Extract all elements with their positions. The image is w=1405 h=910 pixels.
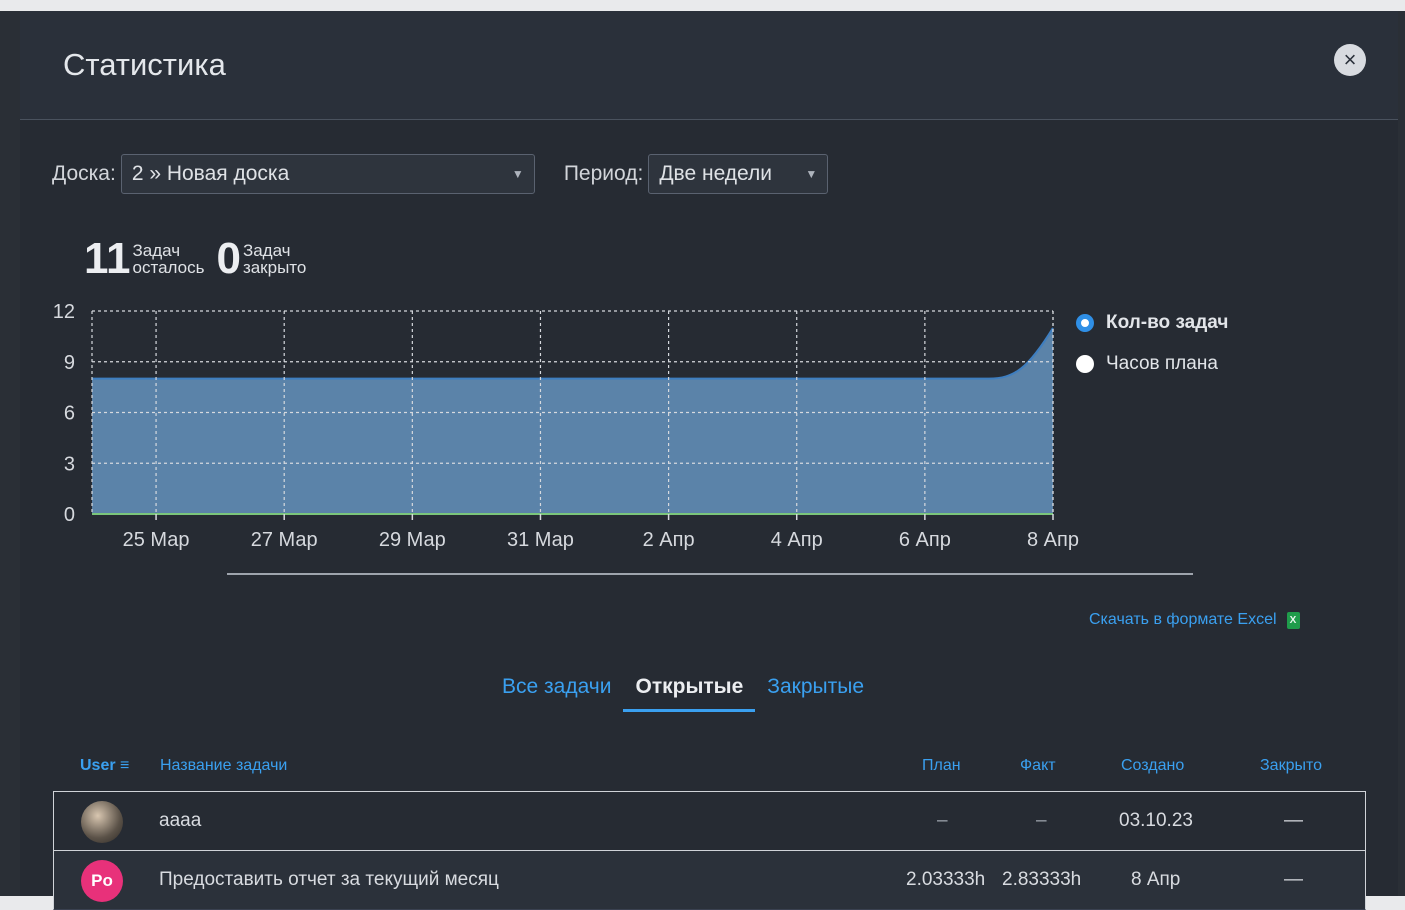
tasks-chart: 0 3 6 9 12 25 Мар 27 Мар 29 Мар 31 Мар 2 Апр 4 Апр… — [53, 301, 1079, 551]
task-filter-tabs: Все задачи Открытые Закрытые — [490, 671, 876, 712]
x-tick-label: 25 Мар — [123, 529, 190, 551]
x-tick-label: 29 Мар — [379, 529, 446, 551]
table-row[interactable]: Po Предоставить отчет за текущий месяц 2… — [53, 850, 1366, 910]
tab-open[interactable]: Открытые — [623, 671, 756, 712]
tab-closed[interactable]: Закрытые — [755, 671, 876, 712]
x-tick-label: 8 Апр — [1027, 529, 1079, 551]
task-name: аааа — [159, 810, 202, 831]
tasks-closed-line2: закрыто — [242, 258, 307, 277]
tab-all-tasks[interactable]: Все задачи — [490, 671, 623, 712]
table-row[interactable]: аааа – – 03.10.23 — — [53, 791, 1366, 850]
y-tick-label: 9 — [64, 352, 75, 374]
chart-legend: Кол-во задач Часов плана — [1076, 311, 1228, 393]
chevron-down-icon: ▼ — [511, 167, 524, 181]
series-area-task-count — [92, 327, 1053, 514]
task-created: 03.10.23 — [1119, 810, 1193, 831]
table-header: User ≡ Название задачи План Факт Создано… — [53, 757, 1366, 779]
task-plan: 2.03333h — [906, 869, 986, 890]
period-select-value: Две недели — [659, 162, 773, 185]
task-name: Предоставить отчет за текущий месяц — [159, 869, 499, 890]
sort-icon: ≡ — [120, 757, 130, 774]
excel-file-icon: X — [1286, 611, 1300, 629]
task-created: 8 Апр — [1131, 869, 1181, 890]
download-excel-link[interactable]: Скачать в формате Excel X — [1089, 611, 1300, 629]
period-select[interactable]: Две недели ▼ — [648, 154, 829, 194]
x-tick-label: 6 Апр — [899, 529, 951, 551]
tasks-closed-count: 0 — [216, 234, 241, 283]
tasks-closed-line1: Задач — [242, 241, 291, 260]
board-label: Доска: — [52, 162, 116, 185]
board-select-value: 2 » Новая доска — [131, 162, 290, 185]
series-line-task-count — [92, 327, 1054, 380]
download-excel-label: Скачать в формате Excel — [1089, 611, 1277, 628]
close-button[interactable]: × — [1334, 44, 1366, 76]
y-tick-label: 0 — [64, 504, 75, 526]
tasks-remaining-line1: Задач — [132, 241, 181, 260]
column-fact[interactable]: Факт — [1020, 757, 1056, 775]
column-name[interactable]: Название задачи — [160, 757, 287, 775]
avatar — [81, 801, 123, 843]
task-closed: — — [1284, 810, 1303, 831]
task-fact: – — [1036, 810, 1047, 831]
task-counters: 11 Задач осталось 0 Задач закрыто — [84, 237, 318, 281]
backdrop — [0, 11, 20, 896]
modal-title: Статистика — [63, 47, 226, 82]
y-tick-label: 3 — [64, 453, 75, 475]
column-user-label: User — [80, 757, 116, 774]
radio-icon — [1076, 355, 1094, 373]
legend-label: Кол-во задач — [1106, 312, 1229, 333]
legend-label: Часов плана — [1106, 353, 1218, 374]
x-tick-label: 4 Апр — [771, 529, 823, 551]
period-label: Период: — [563, 162, 644, 185]
column-user[interactable]: User ≡ — [80, 757, 129, 775]
radio-selected-icon — [1076, 314, 1094, 332]
filters-bar: Доска: 2 » Новая доска ▼ Период: Две нед… — [52, 153, 829, 195]
column-closed[interactable]: Закрыто — [1260, 757, 1322, 775]
chevron-down-icon: ▼ — [805, 167, 818, 181]
x-tick-label: 2 Апр — [643, 529, 695, 551]
column-created[interactable]: Создано — [1121, 757, 1184, 775]
column-plan[interactable]: План — [922, 757, 961, 775]
task-fact: 2.83333h — [1002, 869, 1082, 890]
task-table: аааа – – 03.10.23 — Po Предоставить отче… — [53, 791, 1366, 910]
board-select[interactable]: 2 » Новая доска ▼ — [120, 154, 535, 194]
tasks-remaining-line2: осталось — [132, 258, 205, 277]
tasks-remaining-label: Задач осталось — [133, 242, 205, 276]
x-tick-label: 31 Мар — [507, 529, 574, 551]
close-icon: × — [1343, 47, 1357, 72]
statistics-modal: Статистика × Доска: 2 » Новая доска ▼ Пе… — [20, 11, 1398, 910]
y-tick-label: 6 — [64, 403, 75, 425]
y-tick-label: 12 — [53, 301, 75, 323]
tasks-remaining-count: 11 — [84, 234, 131, 283]
task-closed: — — [1284, 869, 1303, 890]
legend-item-plan-hours[interactable]: Часов плана — [1076, 352, 1228, 376]
modal-header: Статистика × — [20, 11, 1398, 120]
backdrop-right — [1398, 11, 1405, 896]
task-plan: – — [937, 810, 948, 831]
tasks-closed-label: Задач закрыто — [243, 242, 306, 276]
legend-item-task-count[interactable]: Кол-во задач — [1076, 311, 1228, 335]
divider — [227, 573, 1193, 575]
x-tick-label: 27 Мар — [251, 529, 318, 551]
